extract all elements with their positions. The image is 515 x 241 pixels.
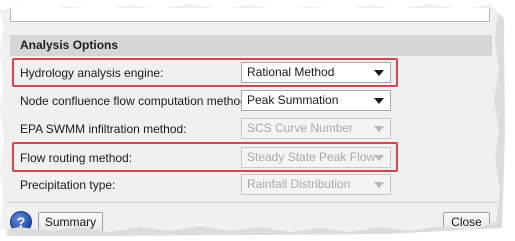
footer-divider (6, 202, 498, 203)
node-confluence-value: Peak Summation (247, 93, 339, 107)
precipitation-type-value: Rainfall Distribution (247, 177, 351, 191)
chevron-down-icon (374, 182, 384, 188)
swmm-infiltration-select[interactable]: SCS Curve Number (241, 118, 391, 139)
highlight-box-hydrology-engine (12, 58, 398, 87)
chevron-down-icon (374, 126, 384, 132)
swmm-infiltration-value: SCS Curve Number (247, 121, 354, 135)
precipitation-type-label: Precipitation type: (20, 178, 116, 192)
row-precipitation-type: Precipitation type: Rainfall Distributio… (20, 174, 391, 196)
swmm-infiltration-label: EPA SWMM infiltration method: (20, 122, 187, 136)
highlight-box-flow-routing (12, 142, 398, 172)
chevron-down-icon (374, 98, 384, 104)
precipitation-type-select[interactable]: Rainfall Distribution (241, 174, 391, 195)
upper-panel-box (10, 8, 490, 22)
node-confluence-label: Node confluence flow computation method: (20, 94, 251, 108)
node-confluence-select[interactable]: Peak Summation (241, 90, 391, 111)
row-swmm-infiltration: EPA SWMM infiltration method: SCS Curve … (20, 118, 391, 140)
row-node-confluence: Node confluence flow computation method:… (20, 90, 391, 112)
dialog-panel: Analysis Options Hydrology analysis engi… (0, 4, 500, 232)
section-header-analysis-options: Analysis Options (10, 35, 492, 56)
